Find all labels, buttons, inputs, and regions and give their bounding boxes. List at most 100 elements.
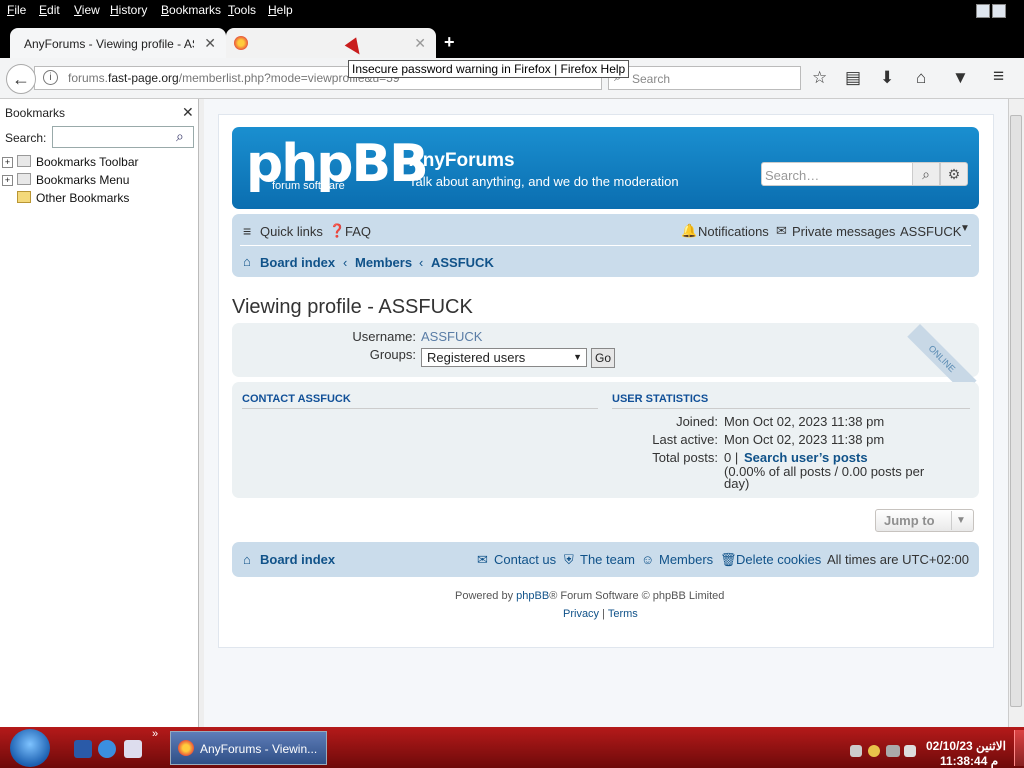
terms-link[interactable]: Terms [608, 608, 638, 620]
media-icon[interactable] [124, 740, 142, 758]
search-user-posts-link[interactable]: Search user’s posts [744, 450, 868, 465]
breadcrumb-members[interactable]: Members [355, 255, 412, 270]
tray-tools-icon[interactable] [904, 745, 916, 757]
internet-explorer-icon[interactable] [98, 740, 116, 758]
delete-cookies-link[interactable]: Delete cookies [736, 552, 821, 567]
stats-heading: USER STATISTICS [612, 393, 709, 405]
go-button[interactable]: Go [591, 348, 615, 368]
sidebar-search-input[interactable] [52, 126, 194, 148]
sidebar-item-bookmarks-toolbar[interactable]: Bookmarks Toolbar [36, 155, 139, 169]
back-button[interactable]: ← [6, 64, 36, 94]
username-label: Username: [352, 329, 416, 344]
folder-icon [17, 155, 31, 167]
contact-us-link[interactable]: Contact us [494, 552, 556, 567]
sidebar-item-bookmarks-menu[interactable]: Bookmarks Menu [36, 173, 129, 187]
menu-file[interactable]: File [7, 3, 26, 17]
notifications-link[interactable]: Notifications [698, 224, 769, 239]
menu-history[interactable]: History [110, 3, 147, 17]
breadcrumb-board-index[interactable]: Board index [260, 255, 335, 270]
site-name: AnyForums [409, 150, 515, 171]
shield-icon: ⛨ [564, 552, 574, 567]
last-active-value: Mon Oct 02, 2023 11:38 pm [724, 432, 885, 447]
privacy-link[interactable]: Privacy [563, 608, 599, 620]
firefox-icon [178, 740, 194, 756]
star-folder-icon [17, 191, 31, 203]
tray-volume-icon[interactable] [868, 745, 880, 757]
forum-search-button[interactable]: ⌕ [912, 162, 940, 186]
downloads-icon[interactable]: ⬇ [880, 68, 894, 88]
jump-to-divider [951, 511, 952, 530]
private-messages-link[interactable]: Private messages [792, 224, 895, 239]
reading-list-icon[interactable]: ▤ [845, 68, 861, 88]
navbar-divider [240, 245, 971, 246]
tooltip: Insecure password warning in Firefox | F… [348, 60, 630, 78]
envelope-icon: ✉ [477, 552, 488, 567]
advanced-search-button[interactable]: ⚙ [940, 162, 968, 186]
sidebar-title: Bookmarks [5, 106, 66, 120]
taskbar-item-label: AnyForums - Viewin... [200, 742, 318, 756]
jump-to-label: Jump to [884, 513, 935, 528]
expand-toolbar-icon[interactable]: + [2, 157, 13, 168]
bookmark-star-icon[interactable]: ☆ [812, 68, 827, 88]
close-sidebar-icon[interactable]: ✕ [182, 104, 194, 121]
new-tab-button[interactable]: + [444, 32, 455, 53]
posts-note-line2: day) [724, 476, 750, 491]
menu-edit[interactable]: Edit [39, 3, 60, 17]
hamburger-menu-icon[interactable]: ≡ [993, 66, 1004, 88]
groups-selected-value: Registered users [427, 350, 526, 365]
clock-date[interactable]: الاثنين 02/10/23 [926, 739, 1006, 753]
show-desktop-icon[interactable] [74, 740, 92, 758]
info-icon[interactable]: i [43, 70, 58, 85]
minimize-button[interactable] [976, 4, 990, 18]
divider [612, 408, 970, 409]
last-active-label: Last active: [652, 432, 718, 447]
sidebar-search-label: Search: [5, 131, 47, 145]
powered-by: Powered by phpBB® Forum Software © phpBB… [455, 590, 725, 602]
caret-down-icon: ▼ [956, 515, 966, 526]
gear-icon: ⚙ [947, 166, 961, 182]
scrollbar-thumb[interactable] [1010, 115, 1022, 707]
start-button[interactable] [10, 729, 50, 767]
quick-links-link[interactable]: Quick links [260, 224, 323, 239]
tab-firefox-help[interactable]: ✕ [226, 28, 436, 58]
joined-label: Joined: [676, 414, 718, 429]
footer-board-index[interactable]: Board index [260, 552, 335, 567]
divider [242, 408, 598, 409]
tray-network-icon[interactable] [850, 745, 862, 757]
tray-device-icon[interactable] [886, 745, 900, 757]
menu-help[interactable]: Help [268, 3, 293, 17]
magnifier-icon[interactable]: ⌕ [176, 128, 184, 145]
joined-value: Mon Oct 02, 2023 11:38 pm [724, 414, 885, 429]
pocket-icon[interactable]: ▼ [952, 68, 969, 88]
phpbb-link[interactable]: phpBB [516, 590, 549, 602]
close-tab-icon[interactable]: ✕ [204, 35, 216, 52]
the-team-link[interactable]: The team [580, 552, 635, 567]
groups-label: Groups: [369, 347, 416, 362]
tab-anyforums[interactable]: AnyForums - Viewing profile - ASSFUCK ✕ [10, 28, 226, 58]
site-description: Talk about anything, and we do the moder… [409, 174, 679, 189]
restore-button[interactable] [992, 4, 1006, 18]
members-link[interactable]: Members [659, 552, 713, 567]
groups-select[interactable]: Registered users ▼ [421, 348, 587, 367]
expand-menu-icon[interactable]: + [2, 175, 13, 186]
sidebar-item-other-bookmarks[interactable]: Other Bookmarks [36, 191, 129, 205]
contact-heading: CONTACT ASSFUCK [242, 393, 351, 405]
show-desktop-button[interactable] [1014, 730, 1024, 766]
home-icon[interactable]: ⌂ [916, 68, 926, 88]
dropdown-arrow-icon: ▼ [573, 352, 582, 362]
page-title: Viewing profile - ASSFUCK [232, 296, 473, 318]
forum-search-placeholder: Search… [765, 168, 820, 183]
menu-view[interactable]: View [74, 3, 100, 17]
clock-time[interactable]: م 11:38:44 [940, 754, 998, 768]
menu-bookmarks[interactable]: Bookmarks [161, 3, 221, 17]
firefox-favicon-icon [234, 36, 248, 50]
username-value: ASSFUCK [421, 329, 483, 344]
menu-tools[interactable]: Tools [228, 3, 256, 17]
breadcrumb-user[interactable]: ASSFUCK [431, 255, 494, 270]
menu-bar: File Edit View History Bookmarks Tools H… [0, 0, 1024, 22]
username-menu[interactable]: ASSFUCK [900, 224, 961, 239]
home-icon: ⌂ [243, 552, 251, 567]
faq-link[interactable]: FAQ [345, 224, 371, 239]
close-tab-icon[interactable]: ✕ [414, 35, 426, 52]
overflow-chevron-icon[interactable]: » [152, 728, 158, 740]
